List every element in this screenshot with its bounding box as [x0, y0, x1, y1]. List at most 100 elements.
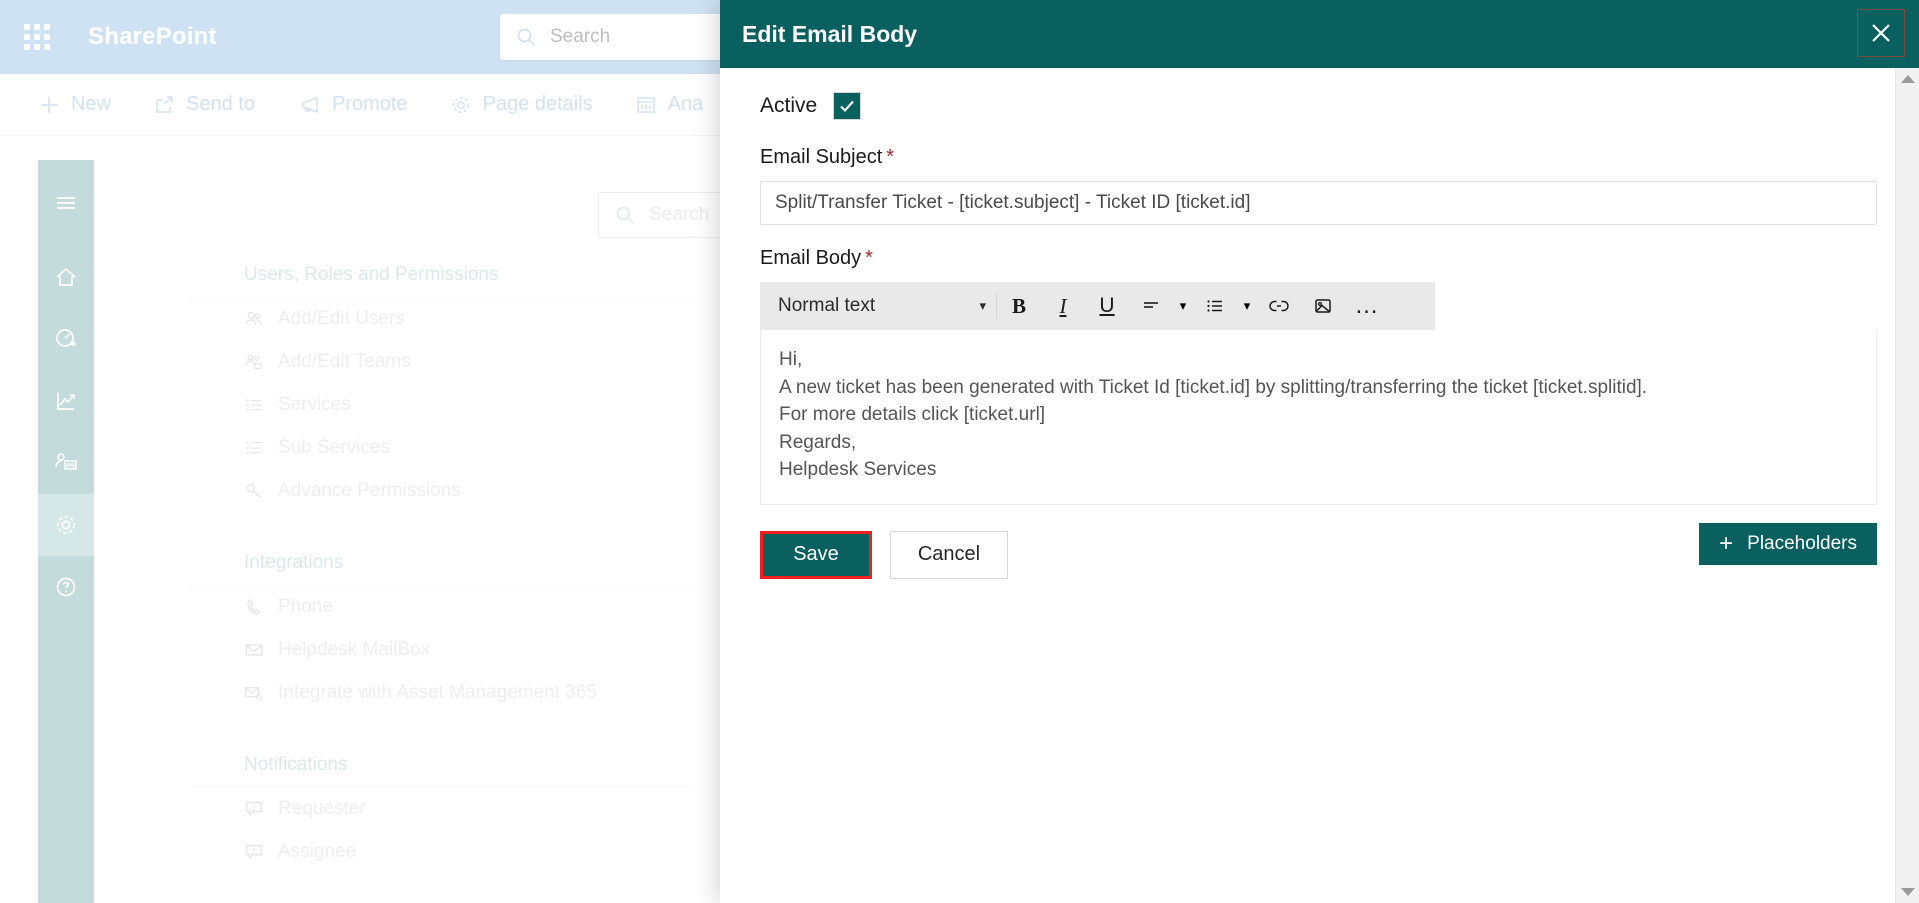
dialog-body: Active Email Subject * Split/Transfer Ti… [720, 68, 1919, 579]
body-line: A new ticket has been generated with Tic… [779, 376, 1648, 398]
promote-megaphone-icon [302, 96, 318, 113]
mail-icon [245, 643, 263, 656]
align-button[interactable] [1129, 282, 1173, 330]
users-icon [246, 311, 262, 325]
active-checkbox[interactable] [833, 92, 862, 120]
insert-link-button[interactable] [1257, 282, 1301, 330]
home-icon [56, 267, 76, 286]
email-subject-label: Email Subject * [760, 146, 1877, 169]
analytics-chart-icon [57, 393, 75, 410]
underline-icon: U [1099, 294, 1115, 317]
text-style-dropdown[interactable]: Normal text ▾ [768, 282, 996, 330]
link-icon [1269, 300, 1289, 312]
dialog-scrollbar[interactable] [1895, 68, 1919, 903]
body-line: Hi, [779, 349, 803, 370]
active-label: Active [760, 94, 818, 117]
help-question-icon [56, 577, 76, 597]
plus-icon [41, 96, 57, 113]
comment-alert-icon [246, 801, 262, 816]
nav-item-label: Add/Edit Teams [278, 350, 411, 372]
email-subject-input[interactable] [760, 181, 1877, 225]
suite-search-placeholder: Search [550, 26, 611, 47]
list-dropdown-caret[interactable]: ▾ [1237, 282, 1257, 330]
plus-icon: + [1719, 529, 1734, 557]
body-line: Helpdesk Services [779, 459, 937, 481]
close-button[interactable] [1857, 9, 1905, 57]
italic-button[interactable]: I [1041, 282, 1085, 330]
sidebar-item-home[interactable] [38, 246, 94, 308]
command-send-to-label: Send to [186, 93, 255, 115]
comment-alert-icon [246, 844, 262, 859]
teams-icon [246, 353, 262, 369]
sidebar-item-agents[interactable] [38, 432, 94, 494]
underline-button[interactable]: U [1085, 282, 1129, 330]
email-body-label-text: Email Body [760, 247, 862, 269]
command-new-label: New [71, 93, 112, 115]
placeholders-button[interactable]: + Placeholders [1699, 522, 1877, 565]
command-new[interactable]: New [38, 93, 111, 116]
email-body-editable-area[interactable]: Hi, A new ticket has been generated with… [760, 330, 1877, 505]
list-icon [246, 399, 262, 411]
save-button[interactable]: Save [763, 533, 869, 576]
settings-icon-rail [38, 160, 94, 903]
email-subject-label-text: Email Subject [760, 146, 883, 168]
sidebar-item-help[interactable] [38, 556, 94, 618]
scroll-down-button[interactable] [1896, 881, 1919, 903]
hamburger-menu-icon [57, 197, 75, 209]
email-body-field: Email Body * Normal text ▾ B I U ▾ ▾ … H… [760, 247, 1877, 505]
command-page-details-label: Page details [482, 93, 593, 115]
sub-list-icon [246, 441, 262, 454]
checkmark-icon [840, 100, 854, 113]
sidebar-item-analytics[interactable] [38, 370, 94, 432]
nav-item-label: Services [278, 393, 351, 415]
gear-icon [452, 96, 469, 113]
dialog-header: Edit Email Body [720, 0, 1919, 68]
nav-item-label: Advance Permissions [278, 479, 461, 501]
search-icon [517, 28, 535, 46]
insert-image-button[interactable] [1301, 282, 1345, 330]
send-to-icon [156, 95, 173, 113]
nav-item-label: Helpdesk MailBox [278, 638, 431, 660]
sidebar-item-settings[interactable] [38, 494, 94, 556]
command-promote-label: Promote [331, 93, 408, 115]
rte-toolbar: Normal text ▾ B I U ▾ ▾ … [760, 282, 1435, 330]
body-line: Regards, [779, 431, 857, 453]
command-promote[interactable]: Promote [297, 93, 408, 116]
chevron-down-icon: ▾ [979, 298, 986, 313]
sidebar-item-hamburger-menu[interactable] [38, 172, 94, 234]
sharepoint-brand-label[interactable]: SharePoint [88, 23, 217, 51]
more-options-button[interactable]: … [1345, 282, 1389, 330]
dialog-title: Edit Email Body [742, 20, 918, 47]
save-button-highlight: Save [760, 530, 872, 579]
ellipsis-icon: … [1354, 292, 1380, 319]
active-row: Active [760, 92, 1877, 120]
bold-icon: B [1011, 293, 1026, 318]
command-analytics-label: Ana [667, 93, 704, 115]
image-icon [1315, 299, 1331, 313]
command-analytics[interactable]: Ana [635, 93, 704, 116]
command-page-details[interactable]: Page details [450, 93, 593, 116]
triangle-down-icon [1901, 888, 1915, 896]
edit-email-body-dialog: Edit Email Body Active Email Subject * S… [720, 0, 1919, 903]
bold-button[interactable]: B [997, 282, 1041, 330]
italic-icon: I [1059, 293, 1067, 318]
nav-item-label: Assignee [278, 840, 357, 862]
dashboard-gauge-icon [56, 329, 77, 347]
bullet-list-icon [1207, 300, 1222, 312]
dialog-actions: Save Cancel + Placeholders [760, 522, 1877, 579]
command-send-to[interactable]: Send to [153, 93, 255, 116]
settings-gear-icon [57, 516, 75, 534]
required-asterisk: * [865, 247, 873, 269]
screen: SharePoint Search New Send to Promote Pa… [0, 0, 1919, 903]
search-icon [616, 206, 635, 225]
list-button[interactable] [1193, 282, 1237, 330]
align-dropdown-caret[interactable]: ▾ [1173, 282, 1193, 330]
triangle-up-icon [1901, 75, 1915, 83]
chevron-down-icon: ▾ [1179, 298, 1187, 313]
sidebar-item-dashboard[interactable] [38, 308, 94, 370]
email-body-label: Email Body * [760, 247, 1877, 270]
nav-item-label: Sub Services [278, 436, 390, 458]
scroll-up-button[interactable] [1896, 68, 1919, 90]
app-launcher-icon[interactable] [20, 20, 54, 54]
cancel-button[interactable]: Cancel [890, 530, 1008, 579]
